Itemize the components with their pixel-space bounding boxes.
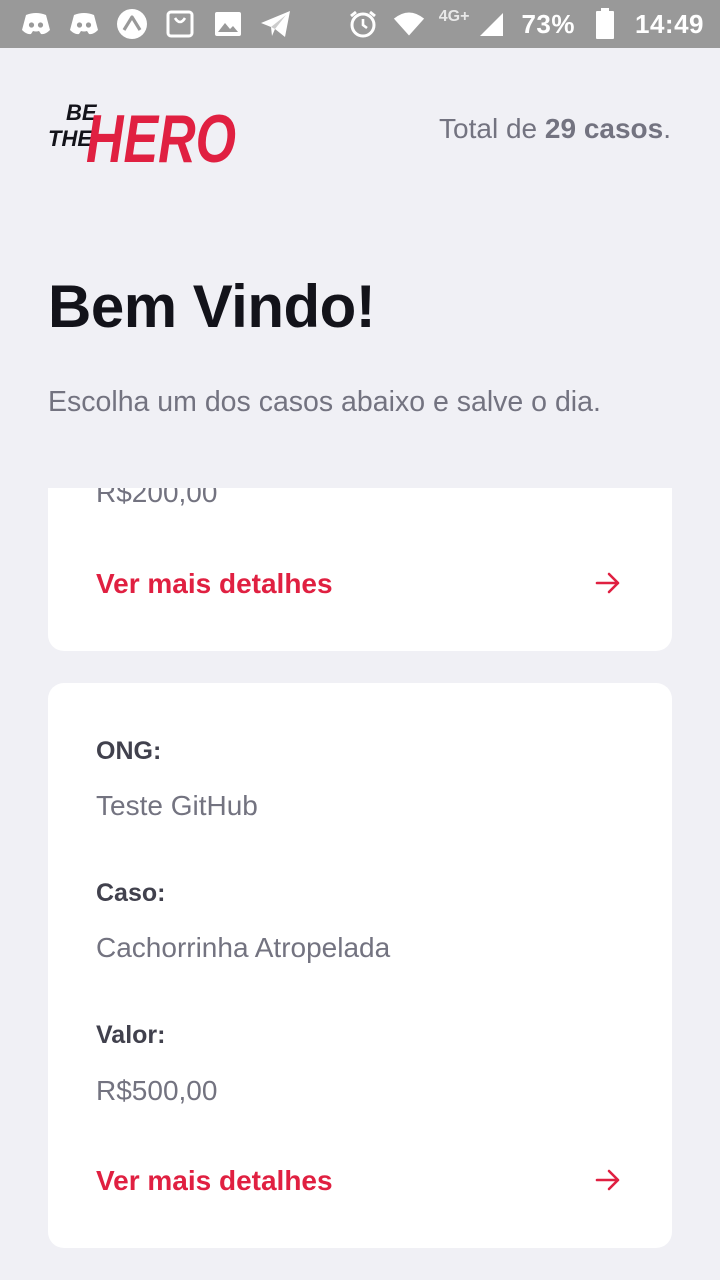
battery-percentage: 73% xyxy=(521,8,575,39)
details-link[interactable]: Ver mais detalhes xyxy=(96,1165,333,1197)
arrow-right-icon[interactable] xyxy=(594,1166,622,1194)
wifi-icon xyxy=(393,8,425,40)
logo-hero: HERO xyxy=(86,101,236,172)
alarm-icon xyxy=(347,8,379,40)
details-link[interactable]: Ver mais detalhes xyxy=(96,568,333,600)
case-title: Cachorrinha Atropelada xyxy=(96,932,391,963)
discord-icon xyxy=(20,8,52,40)
discord-icon xyxy=(68,8,100,40)
shopping-bag-icon xyxy=(164,8,196,40)
case-label: Caso: xyxy=(96,879,166,907)
telegram-icon xyxy=(260,8,292,40)
battery-icon xyxy=(589,8,621,40)
expo-icon xyxy=(116,8,148,40)
image-icon xyxy=(212,8,244,40)
incident-value: R$200,00 xyxy=(96,488,218,508)
cases-count: 29 casos xyxy=(544,113,664,144)
value-label: Valor: xyxy=(96,1021,166,1049)
incident-value: R$500,00 xyxy=(96,1075,218,1106)
be-the-hero-logo: BE THE HERO xyxy=(48,84,240,177)
ong-name: Teste GitHub xyxy=(96,790,258,821)
incident-list[interactable]: R$200,00 Ver mais detalhes ONG: Teste Gi… xyxy=(0,488,720,1280)
incident-card: ONG: Teste GitHub Caso: Cachorrinha Atro… xyxy=(48,683,672,1248)
status-bar: 4G+ 73% 14:49 xyxy=(0,0,720,48)
network-badge: 4G+ xyxy=(438,8,470,25)
signal-icon xyxy=(475,8,507,40)
incident-card: R$200,00 Ver mais detalhes xyxy=(48,488,672,651)
cases-total: Total de 29 casos. xyxy=(439,113,671,144)
page-title: Bem Vindo! xyxy=(48,273,376,340)
ong-label: ONG: xyxy=(96,737,162,765)
page-description: Escolha um dos casos abaixo e salve o di… xyxy=(48,386,601,418)
clock: 14:49 xyxy=(635,8,704,39)
arrow-right-icon[interactable] xyxy=(594,569,622,597)
